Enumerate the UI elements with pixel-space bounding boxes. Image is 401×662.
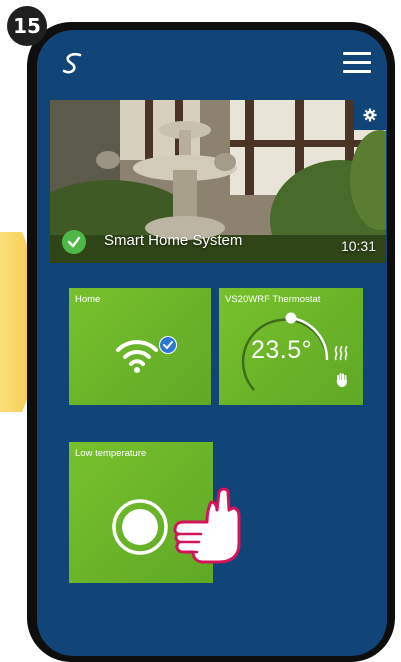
current-temperature: 23.5° — [251, 336, 313, 364]
wifi-icon — [116, 340, 158, 373]
heating-icon — [334, 346, 348, 361]
pointing-hand-icon — [173, 487, 241, 564]
tile-label: Low temperature — [75, 448, 147, 459]
hamburger-menu-icon[interactable] — [343, 52, 371, 74]
salus-logo-icon[interactable] — [59, 48, 89, 78]
home-system-banner[interactable]: Smart Home System 10:31 — [50, 100, 386, 263]
toggle-button-icon[interactable] — [111, 498, 169, 556]
settings-button[interactable] — [354, 100, 386, 130]
check-badge-icon — [159, 336, 177, 354]
tile-thermostat[interactable]: VS20WRF Thermostat 23.5° — [219, 288, 363, 405]
app-screen: Smart Home System 10:31 Home VS20WRF The… — [37, 30, 387, 656]
gear-icon — [363, 108, 377, 122]
tile-label: VS20WRF Thermostat — [225, 294, 321, 305]
clock-time: 10:31 — [340, 238, 376, 254]
manual-hand-icon — [336, 373, 347, 387]
tile-label: Home — [75, 294, 101, 305]
tile-home[interactable]: Home — [69, 288, 211, 405]
connected-check-icon — [62, 230, 86, 254]
tile-low-temperature[interactable]: Low temperature — [69, 442, 241, 583]
system-name: Smart Home System — [104, 232, 243, 249]
step-number-badge: 15 — [7, 6, 47, 46]
